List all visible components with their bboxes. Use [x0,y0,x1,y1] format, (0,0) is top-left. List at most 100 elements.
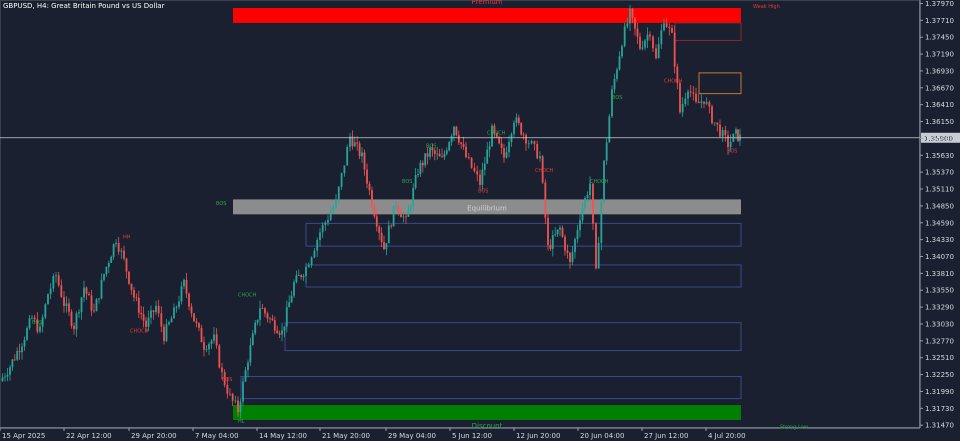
candle-body [242,381,244,402]
candle-body [332,207,335,213]
candle-body [78,312,80,314]
structure-label: BOS [478,188,488,194]
candle-body [163,326,165,341]
candle-body [366,169,368,184]
candle-body [266,313,269,319]
candle-body [668,27,671,28]
candle-body [547,217,549,245]
candle-body [198,323,200,328]
structure-label: CHOCH [590,179,609,185]
candle-body [681,104,684,113]
candle-body [574,239,576,253]
structure-label: CHOCH [535,168,554,174]
zone-label-discount: Discount [472,422,503,430]
candle-body [327,220,329,223]
candle-body [505,152,508,158]
structure-label: CHOCH [238,293,257,299]
candle-body [368,183,371,191]
candle-body [576,230,579,240]
candle-body [450,135,453,143]
x-tick-label: 29 May 04:00 [388,432,436,440]
x-tick-label: 22 Apr 12:00 [66,432,112,440]
candle-body [387,225,390,244]
y-tick-label: 1.37450 [925,34,954,42]
candle-body [112,244,115,257]
candle-body [213,334,215,341]
candle-body [641,47,644,49]
candle-body [500,143,503,149]
y-tick-label: 1.32510 [925,354,954,362]
candle-body [117,242,120,252]
candle-body [251,333,254,346]
candle-body [522,134,525,136]
candle-body [85,287,88,294]
candle-body [83,287,85,298]
y-tick-label: 1.31470 [925,422,954,430]
candle-body [445,150,448,154]
candle-body [571,252,574,263]
y-tick-label: 1.35890 [925,135,954,143]
structure-label: BOS [32,320,42,326]
candle-body [273,320,276,331]
candle-body [363,152,366,170]
structure-label: Strong Low [780,424,808,430]
candle-body [417,173,419,176]
candle-body [150,310,152,318]
structure-label: BOS [727,149,737,155]
y-tick-label: 1.34590 [925,219,954,227]
y-tick-label: 1.36670 [925,84,954,92]
candle-body [145,320,147,327]
candle-body [13,359,16,361]
candle-body [527,143,530,145]
candle-body [621,45,623,57]
candle-body [703,101,705,104]
candle-body [31,317,33,319]
candle-body [133,290,135,298]
candle-body [436,153,439,155]
structure-label: HH [123,234,131,240]
candle-body [21,346,23,353]
candle-body [307,265,310,268]
candle-body [130,283,133,291]
y-tick-label: 1.36930 [925,67,954,75]
candle-body [618,56,621,70]
candle-body [218,345,221,368]
candle-body [657,44,660,59]
candle-body [735,129,737,134]
order-block-3 [305,264,742,288]
y-tick-label: 1.31730 [925,405,954,413]
candle-body [100,279,103,299]
candle-body [125,258,128,272]
candle-body [530,141,533,144]
candle-body [353,142,356,147]
candle-body [566,250,569,253]
candle-body [261,308,264,310]
candle-body [503,148,505,158]
candle-body [264,308,266,314]
candle-body [70,311,73,326]
candle-body [60,285,63,297]
candle-body [173,307,175,319]
candle-body [708,102,711,107]
structure-label: BOS [612,95,622,101]
order-block-2 [305,222,742,247]
candle-body [561,227,564,237]
y-tick-label: 1.33290 [925,304,954,312]
price-chart[interactable]: 1.359001.379701.377101.374501.371901.369… [0,0,960,441]
candle-body [385,243,388,250]
chart-title: GBPUSD, H4: Great Britain Pound vs US Do… [3,2,165,10]
candle-body [269,318,271,320]
candle-body [285,307,288,327]
candle-body [684,98,687,105]
candle-body [692,92,695,94]
y-tick-label: 1.32250 [925,371,954,379]
candle-body [168,322,170,325]
candle-body [128,271,130,284]
candle-body [716,122,719,125]
chart-window[interactable]: 1.35900 1.37970 1.37710 1.37450 1.37190 1.369… [0,0,960,441]
x-tick-label: 29 Apr 20:00 [131,432,177,440]
candle-body [4,376,6,378]
candle-body [110,256,113,263]
candle-body [73,325,75,330]
candle-body [397,205,400,212]
